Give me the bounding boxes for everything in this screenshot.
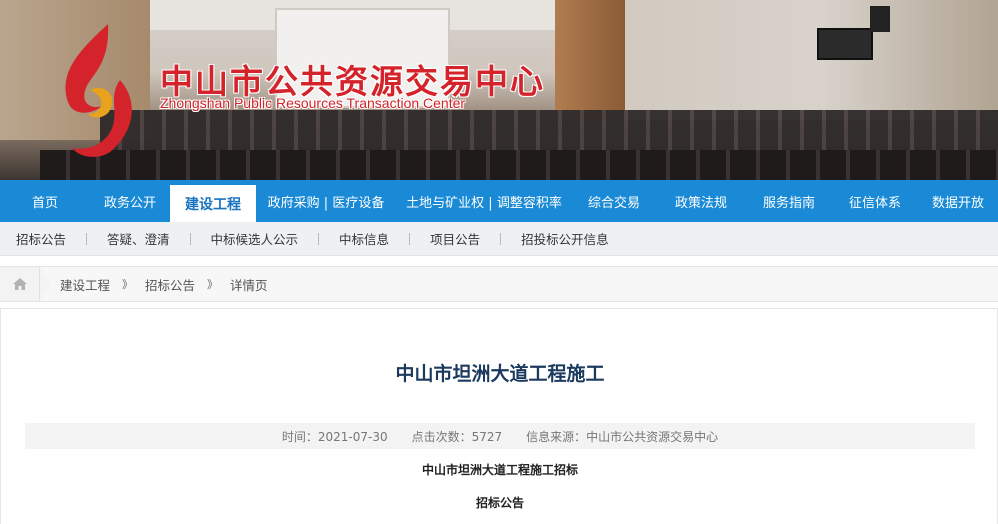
- subnav-divider: [409, 232, 411, 245]
- subnav-item-qa[interactable]: 答疑、澄清: [107, 229, 170, 248]
- breadcrumb-item-construction[interactable]: 建设工程: [60, 275, 110, 294]
- breadcrumb-home[interactable]: [0, 267, 40, 301]
- nav-item-gov-procurement[interactable]: 政府采购 | 医疗设备: [256, 180, 396, 222]
- article-panel: 中山市坦洲大道工程施工 时间：2021-07-30 点击次数：5727 信息来源…: [0, 308, 998, 524]
- article-title: 中山市坦洲大道工程施工: [395, 363, 605, 385]
- nav-item-gov-affairs[interactable]: 政务公开: [90, 180, 170, 222]
- nav-item-home[interactable]: 首页: [0, 180, 90, 222]
- subnav-item-candidates[interactable]: 中标候选人公示: [211, 229, 299, 248]
- subnav-item-public-info[interactable]: 招投标公开信息: [521, 229, 609, 248]
- subnav-divider: [86, 232, 88, 245]
- subnav-item-tender-notice[interactable]: 招标公告: [16, 229, 66, 248]
- home-icon: [12, 278, 27, 290]
- banner-speaker: [870, 6, 890, 32]
- header-banner: 中山市公共资源交易中心 Zhongshan Public Resources T…: [0, 0, 998, 180]
- nav-item-open-data[interactable]: 数据开放: [918, 180, 998, 222]
- article-source: 信息来源：中山市公共资源交易中心: [526, 429, 719, 444]
- nav-item-credit[interactable]: 征信体系: [832, 180, 918, 222]
- article-clicks: 点击次数：5727: [411, 429, 503, 444]
- subnav-divider: [318, 232, 320, 245]
- breadcrumb: 建设工程 》 招标公告 》 详情页: [0, 266, 998, 302]
- subnav-divider: [189, 232, 191, 245]
- article-date: 时间：2021-07-30: [281, 429, 388, 444]
- breadcrumb-separator: 》: [122, 278, 134, 291]
- nav-item-land-mining[interactable]: 土地与矿业权 | 调整容积率: [396, 180, 572, 222]
- breadcrumb-separator: 》: [207, 278, 219, 291]
- breadcrumb-item-detail: 详情页: [230, 277, 268, 293]
- document-subheading: 招标公告: [475, 496, 524, 510]
- breadcrumb-tip: [40, 267, 50, 301]
- document-heading: 中山市坦洲大道工程施工招标: [421, 463, 578, 477]
- flame-logo-icon: [65, 24, 132, 157]
- subnav-item-project-notice[interactable]: 项目公告: [430, 229, 480, 248]
- site-title-en: Zhongshan Public Resources Transaction C…: [160, 95, 466, 111]
- subnav-divider: [500, 232, 502, 245]
- banner-tv: [817, 28, 873, 60]
- nav-item-construction[interactable]: 建设工程: [170, 182, 256, 222]
- nav-item-policy[interactable]: 政策法规: [656, 180, 746, 222]
- banner-seats-front: [40, 150, 998, 180]
- breadcrumb-item-tender-notice[interactable]: 招标公告: [145, 275, 195, 294]
- subnav-item-award-info[interactable]: 中标信息: [339, 229, 389, 248]
- nav-item-comprehensive[interactable]: 综合交易: [572, 180, 656, 222]
- article-meta: 时间：2021-07-30 点击次数：5727 信息来源：中山市公共资源交易中心: [25, 423, 975, 449]
- banner-wood-panel: [555, 0, 625, 120]
- nav-item-service-guide[interactable]: 服务指南: [746, 180, 832, 222]
- main-nav: 首页 政务公开 建设工程 政府采购 | 医疗设备 土地与矿业权 | 调整容积率 …: [0, 180, 998, 222]
- sub-nav: 招标公告 答疑、澄清 中标候选人公示 中标信息 项目公告 招投标公开信息: [0, 222, 998, 256]
